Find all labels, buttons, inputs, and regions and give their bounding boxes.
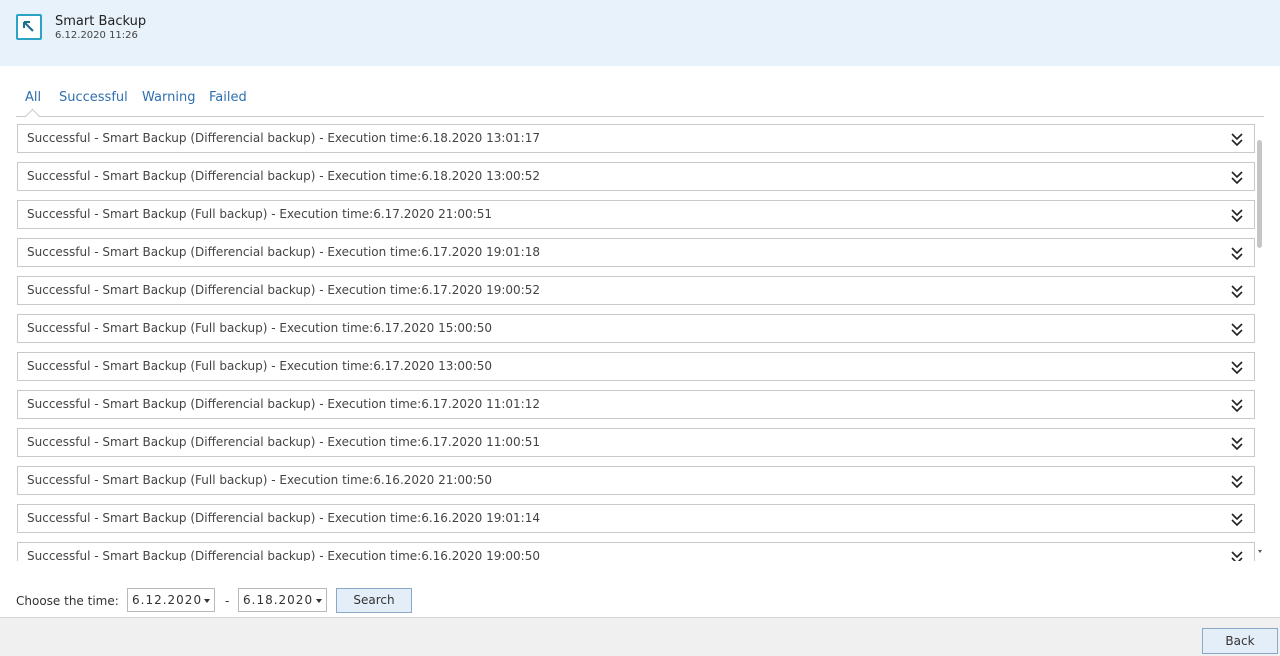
double-chevron-down-icon[interactable] — [1230, 549, 1244, 561]
tab-warning[interactable]: Warning — [142, 90, 195, 105]
footer: Back — [0, 617, 1280, 656]
double-chevron-down-icon[interactable] — [1230, 283, 1244, 299]
scrollbar-thumb[interactable] — [1257, 140, 1262, 248]
log-row[interactable]: Successful - Smart Backup (Full backup) … — [17, 200, 1255, 229]
header: Smart Backup 6.12.2020 11:26 — [0, 0, 1280, 66]
end-date-select[interactable]: 6.18.2020 — [238, 588, 327, 612]
app-title: Smart Backup — [55, 14, 147, 29]
log-row-text: Successful - Smart Backup (Differencial … — [27, 283, 540, 297]
list-scrollbar[interactable] — [1256, 138, 1264, 556]
log-row-text: Successful - Smart Backup (Differencial … — [27, 131, 540, 145]
end-date-value: 6.18.2020 — [243, 593, 314, 607]
log-row[interactable]: Successful - Smart Backup (Differencial … — [17, 428, 1255, 457]
time-filter-label: Choose the time: — [16, 594, 119, 608]
log-row-text: Successful - Smart Backup (Differencial … — [27, 397, 540, 411]
double-chevron-down-icon[interactable] — [1230, 397, 1244, 413]
log-row[interactable]: Successful - Smart Backup (Full backup) … — [17, 352, 1255, 381]
log-row-text: Successful - Smart Backup (Full backup) … — [27, 473, 493, 487]
log-row-text: Successful - Smart Backup (Differencial … — [27, 511, 540, 525]
back-button[interactable]: Back — [1202, 628, 1278, 654]
caret-down-icon — [316, 599, 322, 603]
double-chevron-down-icon[interactable] — [1230, 435, 1244, 451]
log-row[interactable]: Successful - Smart Backup (Differencial … — [17, 276, 1255, 305]
log-list: Successful - Smart Backup (Differencial … — [17, 124, 1255, 561]
log-row-text: Successful - Smart Backup (Differencial … — [27, 549, 540, 561]
start-date-select[interactable]: 6.12.2020 — [127, 588, 215, 612]
search-button[interactable]: Search — [336, 588, 412, 613]
log-row[interactable]: Successful - Smart Backup (Differencial … — [17, 542, 1255, 561]
active-tab-indicator — [24, 108, 41, 125]
date-range-separator: - — [225, 594, 230, 608]
log-row-text: Successful - Smart Backup (Differencial … — [27, 169, 540, 183]
log-row-text: Successful - Smart Backup (Full backup) … — [27, 207, 493, 221]
double-chevron-down-icon[interactable] — [1230, 207, 1244, 223]
double-chevron-down-icon[interactable] — [1230, 169, 1244, 185]
app-subtitle: 6.12.2020 11:26 — [55, 30, 138, 41]
log-row-text: Successful - Smart Backup (Differencial … — [27, 435, 540, 449]
log-row[interactable]: Successful - Smart Backup (Differencial … — [17, 238, 1255, 267]
double-chevron-down-icon[interactable] — [1230, 359, 1244, 375]
log-row[interactable]: Successful - Smart Backup (Differencial … — [17, 162, 1255, 191]
log-row[interactable]: Successful - Smart Backup (Full backup) … — [17, 466, 1255, 495]
tab-all[interactable]: All — [25, 90, 41, 105]
tab-bar: All Successful Warning Failed — [16, 84, 1264, 125]
tab-successful[interactable]: Successful — [59, 90, 128, 105]
caret-down-icon — [204, 599, 210, 603]
double-chevron-down-icon[interactable] — [1230, 245, 1244, 261]
log-row[interactable]: Successful - Smart Backup (Differencial … — [17, 390, 1255, 419]
arrow-cursor-icon — [16, 14, 42, 40]
log-row-text: Successful - Smart Backup (Full backup) … — [27, 321, 493, 335]
log-row[interactable]: Successful - Smart Backup (Differencial … — [17, 124, 1255, 153]
double-chevron-down-icon[interactable] — [1230, 473, 1244, 489]
log-row-text: Successful - Smart Backup (Full backup) … — [27, 359, 493, 373]
log-row[interactable]: Successful - Smart Backup (Differencial … — [17, 504, 1255, 533]
log-row[interactable]: Successful - Smart Backup (Full backup) … — [17, 314, 1255, 343]
double-chevron-down-icon[interactable] — [1230, 511, 1244, 527]
scroll-down-icon[interactable] — [1258, 550, 1262, 553]
double-chevron-down-icon[interactable] — [1230, 131, 1244, 147]
tab-failed[interactable]: Failed — [209, 90, 247, 105]
log-row-text: Successful - Smart Backup (Differencial … — [27, 245, 540, 259]
double-chevron-down-icon[interactable] — [1230, 321, 1244, 337]
start-date-value: 6.12.2020 — [132, 593, 203, 607]
